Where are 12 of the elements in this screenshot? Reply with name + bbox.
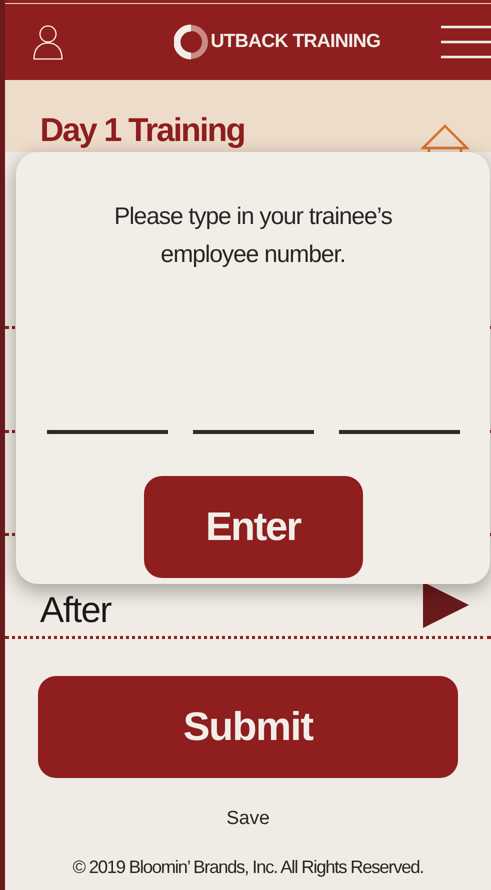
submit-button[interactable]: Submit <box>38 676 458 778</box>
logo-icon <box>174 24 208 60</box>
page-title: Day 1 Training <box>40 110 245 150</box>
logo-text: UTBACK TRAINING <box>210 30 380 54</box>
save-link[interactable]: Save <box>226 805 270 834</box>
copyright-text: © 2019 Bloomin’ Brands, Inc. All Rights Reserved. <box>72 856 424 879</box>
menu-icon[interactable] <box>440 25 491 59</box>
user-icon[interactable] <box>33 24 63 60</box>
enter-button[interactable]: Enter <box>144 476 362 578</box>
dialog-message: Please type in your trainee’s employee number. <box>113 202 393 270</box>
triangle-icon[interactable] <box>423 582 469 628</box>
row-label[interactable]: After <box>40 590 112 630</box>
